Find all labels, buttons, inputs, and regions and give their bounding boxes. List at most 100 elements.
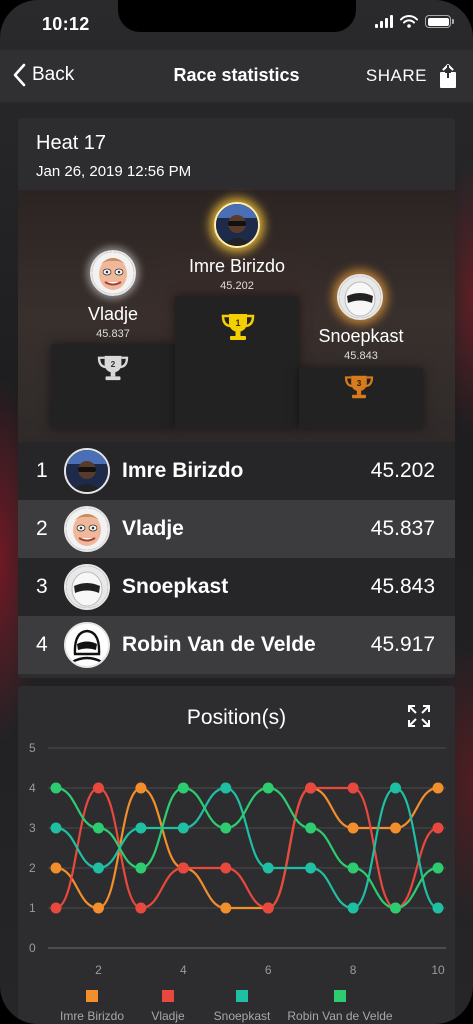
battery-icon bbox=[425, 15, 454, 28]
y-tick-label: 0 bbox=[29, 941, 36, 955]
data-point bbox=[305, 822, 317, 834]
y-tick-label: 2 bbox=[29, 861, 36, 875]
status-bar: 10:12 bbox=[0, 0, 473, 50]
y-tick-label: 5 bbox=[29, 741, 36, 755]
podium-name-third: Snoepkast bbox=[318, 326, 404, 346]
data-point bbox=[305, 782, 317, 794]
data-point bbox=[262, 862, 274, 874]
x-tick-label: 2 bbox=[95, 963, 102, 977]
avatar bbox=[64, 506, 110, 552]
rank-position: 2 bbox=[36, 517, 48, 540]
share-button[interactable]: SHARE bbox=[366, 64, 457, 88]
data-point bbox=[92, 782, 104, 794]
data-point bbox=[347, 902, 359, 914]
navigation-bar: Back Race statistics SHARE bbox=[0, 50, 473, 102]
data-point bbox=[50, 822, 62, 834]
chart-title: Position(s) bbox=[186, 706, 287, 729]
data-point bbox=[220, 782, 232, 794]
data-point bbox=[305, 862, 317, 874]
data-point bbox=[262, 902, 274, 914]
position-chart-card: 0 1 2 3 4 5 2 4 6 8 10 Imre Birizdo Vladje Snoepkast R… bbox=[18, 686, 455, 1024]
y-tick-label: 1 bbox=[29, 901, 36, 915]
avatar bbox=[64, 564, 110, 610]
x-tick-label: 6 bbox=[265, 963, 272, 977]
legend-label: Robin Van de Velde bbox=[287, 1009, 393, 1023]
rank-driver-name: Vladje bbox=[122, 517, 184, 540]
data-point bbox=[390, 822, 402, 834]
share-icon bbox=[440, 64, 456, 88]
data-point bbox=[432, 822, 444, 834]
ranking-row-2[interactable]: 2 Vladje 45.837 bbox=[18, 500, 455, 558]
y-tick-label: 3 bbox=[29, 821, 36, 835]
data-point bbox=[177, 782, 189, 794]
data-point bbox=[347, 782, 359, 794]
avatar bbox=[64, 448, 110, 494]
rank-driver-name: Imre Birizdo bbox=[122, 459, 244, 482]
podium-name-second: Vladje bbox=[87, 304, 139, 324]
avatar-second-place[interactable] bbox=[90, 250, 136, 296]
ranking-row-4[interactable]: 4 Robin Van de Velde 45.917 bbox=[18, 616, 455, 674]
legend-swatch bbox=[86, 990, 98, 1002]
podium: Imre Birizdo 45.202 1 Vladje 45.837 2 Sn… bbox=[18, 190, 455, 442]
data-point bbox=[177, 862, 189, 874]
podium-name-first: Imre Birizdo bbox=[188, 256, 286, 276]
signal-icon bbox=[375, 15, 393, 28]
rank-driver-name: Snoepkast bbox=[122, 575, 229, 598]
legend-swatch bbox=[236, 990, 248, 1002]
podium-time-second: 45.837 bbox=[96, 328, 130, 340]
rank-position: 1 bbox=[36, 459, 48, 482]
wifi-icon bbox=[400, 15, 418, 28]
podium-time-third: 45.843 bbox=[344, 350, 378, 362]
data-point bbox=[347, 862, 359, 874]
heat-date: Jan 26, 2019 12:56 PM bbox=[36, 163, 192, 180]
svg-text:2: 2 bbox=[111, 359, 116, 369]
legend-label: Imre Birizdo bbox=[60, 1009, 124, 1023]
legend-swatch bbox=[334, 990, 346, 1002]
position-chart[interactable]: 0 1 2 3 4 5 2 4 6 8 10 Imre Birizdo Vladje Snoepkast R… bbox=[18, 686, 455, 1024]
svg-text:1: 1 bbox=[235, 318, 240, 328]
data-point bbox=[50, 902, 62, 914]
rank-lap-time: 45.837 bbox=[370, 517, 435, 540]
data-point bbox=[220, 902, 232, 914]
expand-icon[interactable] bbox=[407, 704, 431, 728]
avatar-first-place[interactable] bbox=[214, 202, 260, 248]
svg-text:3: 3 bbox=[357, 379, 362, 388]
status-time: 10:12 bbox=[42, 14, 90, 34]
avatar-third-place[interactable] bbox=[337, 274, 383, 320]
rank-lap-time: 45.843 bbox=[370, 575, 435, 598]
data-point bbox=[135, 902, 147, 914]
x-tick-label: 4 bbox=[180, 963, 187, 977]
helmet-icon bbox=[64, 622, 110, 668]
silver-trophy-icon: 2 bbox=[97, 355, 129, 381]
data-point bbox=[50, 862, 62, 874]
data-point bbox=[92, 902, 104, 914]
rank-position: 3 bbox=[36, 575, 48, 598]
ranking-row-3[interactable]: 3 Snoepkast 45.843 bbox=[18, 558, 455, 616]
heat-header: Heat 17 Jan 26, 2019 12:56 PM bbox=[18, 118, 455, 190]
data-point bbox=[220, 822, 232, 834]
ranking-row-1[interactable]: 1 Imre Birizdo 45.202 bbox=[18, 442, 455, 500]
x-tick-label: 8 bbox=[350, 963, 357, 977]
data-point bbox=[347, 822, 359, 834]
data-point bbox=[390, 782, 402, 794]
data-point bbox=[135, 822, 147, 834]
data-point bbox=[177, 822, 189, 834]
podium-time-first: 45.202 bbox=[220, 280, 254, 292]
legend-label: Snoepkast bbox=[214, 1009, 271, 1023]
heat-title: Heat 17 bbox=[36, 132, 107, 154]
legend-swatch bbox=[162, 990, 174, 1002]
gold-trophy-icon: 1 bbox=[221, 314, 255, 340]
bronze-trophy-icon: 3 bbox=[344, 375, 374, 399]
legend-label: Vladje bbox=[151, 1009, 185, 1023]
data-point bbox=[432, 782, 444, 794]
data-point bbox=[92, 862, 104, 874]
data-point bbox=[432, 862, 444, 874]
data-point bbox=[262, 782, 274, 794]
data-point bbox=[92, 822, 104, 834]
data-point bbox=[135, 782, 147, 794]
phone-screen: 10:12 Back Race statistics SHARE Heat 17… bbox=[0, 0, 473, 1024]
rank-lap-time: 45.917 bbox=[370, 633, 435, 656]
data-point bbox=[135, 862, 147, 874]
data-point bbox=[390, 902, 402, 914]
x-tick-label: 10 bbox=[431, 963, 445, 977]
